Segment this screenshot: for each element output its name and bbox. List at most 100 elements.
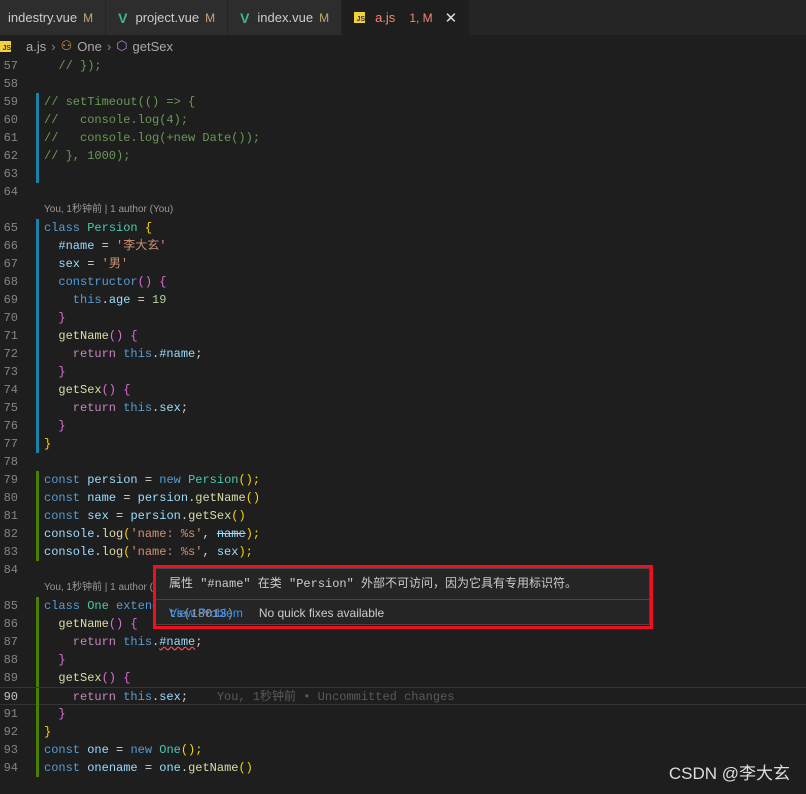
breadcrumb-class[interactable]: One [77,39,102,54]
code-token: log [101,545,124,559]
code-token: persion [87,473,138,487]
code-text: // console.log(+new Date()); [44,129,260,147]
code-line: 69 this.age = 19 [0,291,806,309]
code-text: } [44,309,66,327]
line-number: 70 [3,311,18,325]
code-token: You, 1秒钟前 • Uncommitted changes [188,690,455,704]
tab-a-js[interactable]: JS a.js 1, M ✕ [342,0,471,35]
code-line: 60 // console.log(4); [0,111,806,129]
code-token: getSex [188,509,232,523]
tab-label: project.vue [135,10,200,25]
git-change-bar[interactable] [36,651,39,669]
git-change-bar[interactable] [36,669,39,687]
git-change-bar[interactable] [36,741,39,759]
tab-label: index.vue [257,10,314,25]
git-change-bar[interactable] [36,111,39,129]
git-change-bar[interactable] [36,723,39,741]
git-change-bar[interactable] [36,705,39,723]
code-text: } [44,723,51,741]
line-number: 58 [3,77,18,91]
code-token: return [44,635,124,649]
breadcrumb-method[interactable]: getSex [133,39,173,54]
code-text: } [44,435,51,453]
code-token: sex [159,401,181,415]
git-change-bar[interactable] [36,543,39,561]
git-change-bar[interactable] [36,363,39,381]
line-number: 62 [3,149,18,163]
git-change-bar[interactable] [36,237,39,255]
git-change-bar[interactable] [36,381,39,399]
line-number: 68 [3,275,18,289]
git-change-bar[interactable] [36,219,39,237]
code-token: One [159,743,181,757]
git-change-bar[interactable] [36,489,39,507]
method-icon: ⬡ [116,38,128,53]
git-change-bar[interactable] [36,688,39,706]
code-token: = [130,293,153,307]
line-number: 89 [3,671,18,685]
code-text: class Persion { [44,219,152,237]
git-change-bar[interactable] [36,93,39,111]
code-line: 70 } [0,309,806,327]
tab-project-vue[interactable]: Vproject.vue M [106,0,229,35]
codelens-text[interactable]: You, 1秒钟前 | 1 author (You) [44,201,173,219]
git-change-bar[interactable] [36,615,39,633]
code-token: 'name: %s' [130,545,203,559]
tab-index-vue[interactable]: Vindex.vue M [228,0,343,35]
line-number: 74 [3,383,18,397]
git-change-bar[interactable] [36,507,39,525]
code-token: ; [180,690,189,704]
git-change-bar[interactable] [36,255,39,273]
code-text: const sex = persion.getSex() [44,507,246,525]
code-text: this.age = 19 [44,291,167,309]
git-change-bar[interactable] [36,165,39,183]
tab-status: M [205,10,216,25]
code-token: one [159,761,181,775]
code-editor[interactable]: 57 // }); 58 59 // setTimeout(() => {60 // c… [0,57,806,777]
git-change-bar[interactable] [36,471,39,489]
code-token: = [116,491,138,505]
code-text: const onename = one.getName() [44,759,253,777]
code-token: return [44,347,124,361]
line-number: 88 [3,653,18,667]
git-change-bar[interactable] [36,309,39,327]
git-change-bar[interactable] [36,147,39,165]
git-change-bar[interactable] [36,435,39,453]
line-number: 67 [3,257,18,271]
git-change-bar[interactable] [36,597,39,615]
git-change-bar[interactable] [36,345,39,363]
git-change-bar[interactable] [36,417,39,435]
code-token: } [44,419,66,433]
line-number: 76 [3,419,18,433]
code-token: () { [101,383,131,397]
code-text: #name = '李大玄' [44,237,166,255]
git-change-bar[interactable] [36,759,39,777]
code-line: 62 // }, 1000); [0,147,806,165]
code-token: name [216,527,246,541]
tab-indestry-vue[interactable]: indestry.vue M [0,0,107,35]
code-token: class [44,221,88,235]
code-token: this [44,293,102,307]
code-line: 77} [0,435,806,453]
code-text: sex = '男' [44,255,128,273]
code-token: = [137,761,160,775]
git-change-bar[interactable] [36,327,39,345]
code-token: constructor [44,275,138,289]
code-token: ; [180,401,189,415]
code-token: One [87,599,117,613]
breadcrumb-file[interactable]: a.js [26,39,46,54]
git-change-bar[interactable] [36,399,39,417]
code-text: } [44,651,65,669]
code-token: '李大玄' [116,239,167,253]
code-token: = [80,257,102,271]
code-token: () [238,761,253,775]
git-change-bar[interactable] [36,633,39,651]
git-change-bar[interactable] [36,129,39,147]
git-change-bar[interactable] [36,525,39,543]
code-token: } [44,311,66,325]
close-icon[interactable]: ✕ [445,9,458,27]
line-number: 86 [3,617,18,631]
code-token: #name [159,635,196,649]
git-change-bar[interactable] [36,291,39,309]
git-change-bar[interactable] [36,273,39,291]
